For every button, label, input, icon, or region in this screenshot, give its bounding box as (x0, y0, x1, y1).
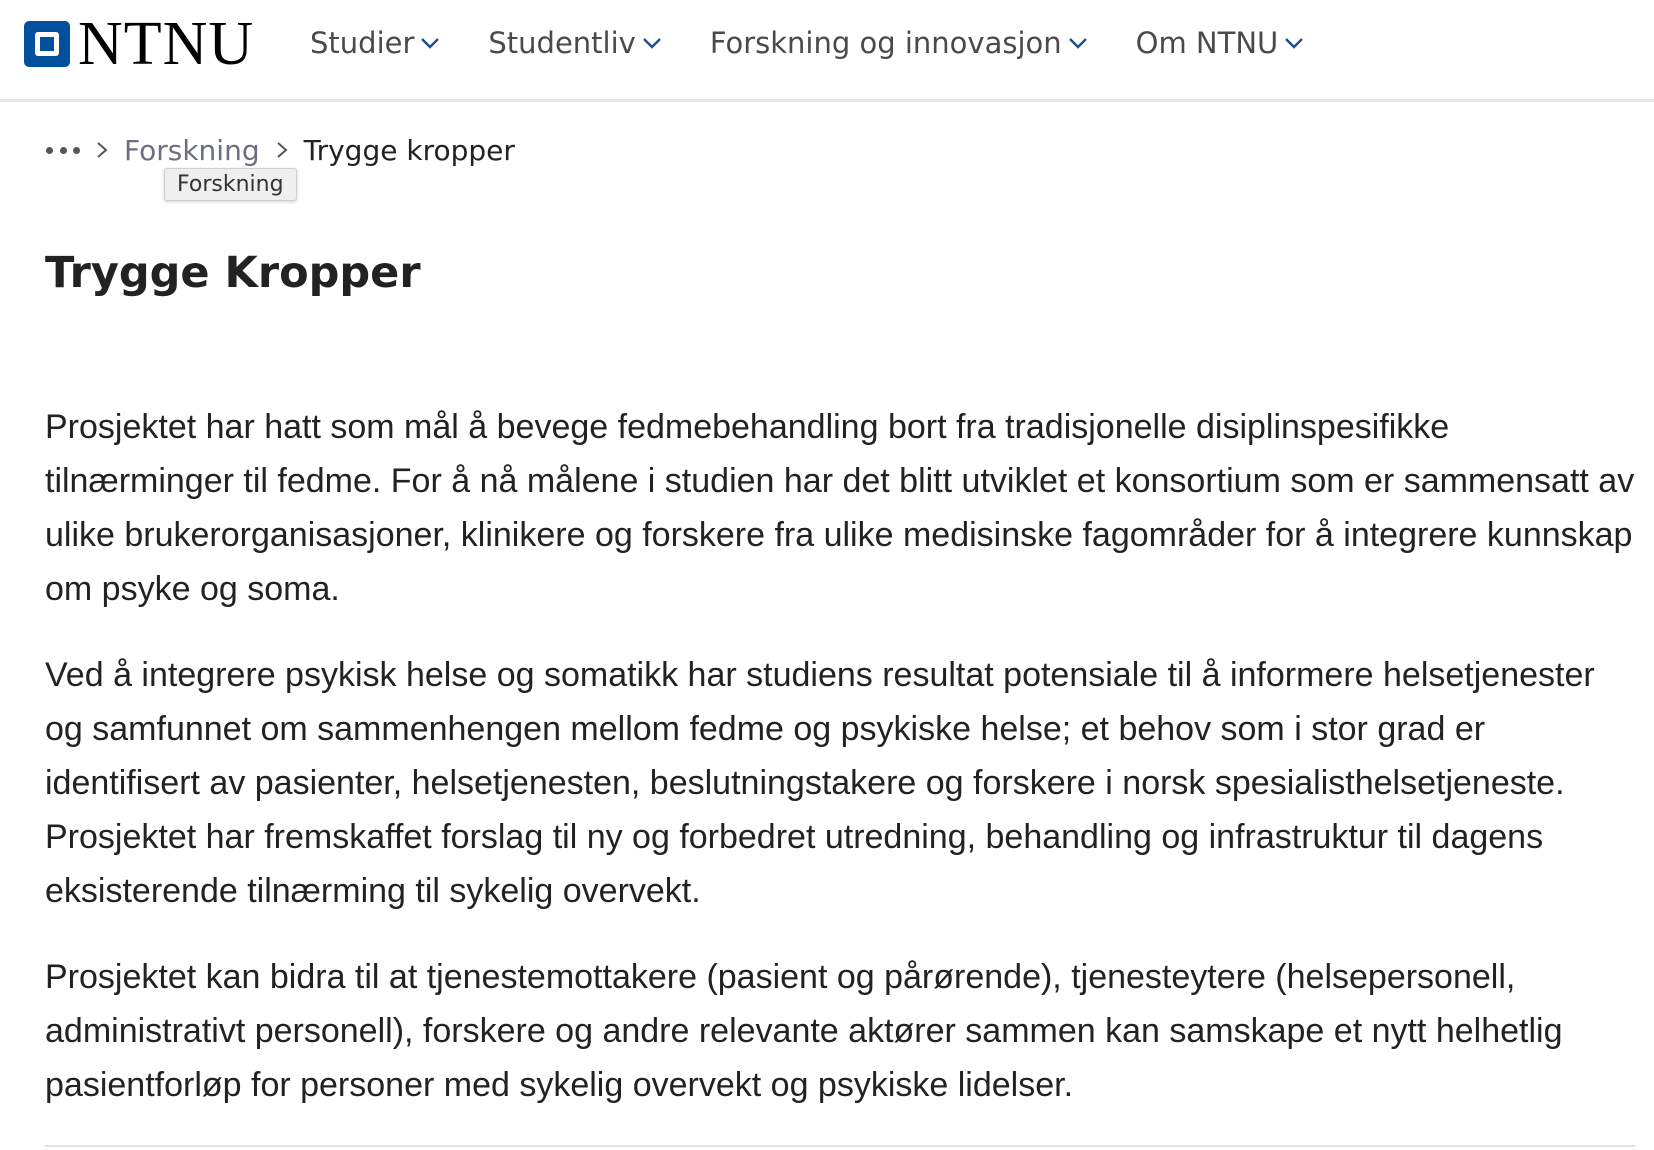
nav-item-om-ntnu[interactable]: Om NTNU (1136, 26, 1305, 60)
paragraph: Prosjektet har hatt som mål å bevege fed… (45, 408, 1635, 608)
chevron-down-icon (1068, 38, 1087, 49)
ellipsis-icon[interactable] (46, 140, 80, 160)
main-nav: Studier Studentliv Forskning og innovasj… (310, 20, 1352, 66)
chevron-down-icon (1285, 38, 1304, 49)
chevron-right-icon (276, 142, 288, 158)
chevron-right-icon (97, 142, 108, 158)
breadcrumb-link-forskning[interactable]: Forskning (124, 134, 260, 167)
breadcrumb: Forskning Trygge kropper (46, 130, 515, 170)
chevron-down-icon (642, 38, 661, 49)
page-title: Trygge Kropper (45, 248, 421, 298)
chevron-down-icon (421, 38, 440, 49)
nav-item-forskning-og-innovasjon[interactable]: Forskning og innovasjon (710, 26, 1088, 60)
nav-item-studier[interactable]: Studier (310, 26, 440, 60)
breadcrumb-tooltip: Forskning (164, 168, 297, 201)
article-body: Prosjektet har hatt som mål å bevege fed… (45, 400, 1635, 1144)
nav-item-studentliv[interactable]: Studentliv (488, 26, 661, 60)
site-header: NTNU Studier Studentliv Forskning og inn… (0, 0, 1654, 102)
breadcrumb-current: Trygge kropper (303, 133, 515, 167)
logo-text: NTNU (78, 10, 255, 78)
nav-item-label: Om NTNU (1135, 26, 1279, 60)
nav-item-label: Studier (310, 26, 415, 60)
divider (45, 1145, 1635, 1147)
nav-item-label: Studentliv (488, 26, 636, 60)
paragraph: Prosjektet kan bidra til at tjenestemott… (45, 958, 1563, 1104)
ntnu-logo[interactable]: NTNU (24, 10, 255, 78)
paragraph: Ved å integrere psykisk helse og somatik… (45, 656, 1595, 910)
nav-item-label: Forskning og innovasjon (709, 26, 1062, 60)
ntnu-logo-mark-icon (24, 21, 70, 67)
